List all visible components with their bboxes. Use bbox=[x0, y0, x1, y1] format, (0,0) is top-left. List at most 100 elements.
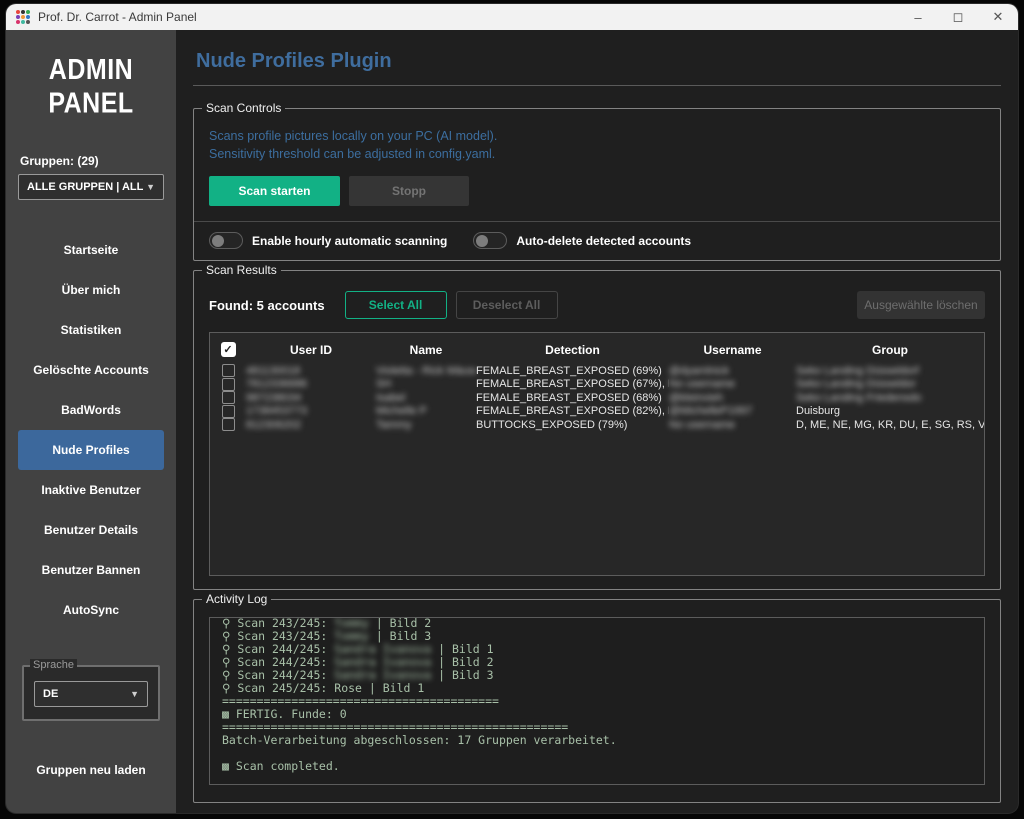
col-header-group: Group bbox=[796, 343, 984, 357]
select-all-button[interactable]: Select All bbox=[345, 291, 447, 319]
log-redacted-text: Sandra Ivanova bbox=[334, 655, 431, 669]
scan-stop-button[interactable]: Stopp bbox=[349, 176, 469, 206]
cell-username: @dyamlnick bbox=[669, 365, 796, 377]
toggle-row: Enable hourly automatic scanning bbox=[209, 232, 447, 249]
table-header-row: ✓User IDNameDetectionUsernameGroup bbox=[210, 333, 984, 364]
scan-controls-label: Scan Controls bbox=[202, 101, 285, 115]
app-logo-dot bbox=[16, 15, 20, 19]
log-text bbox=[222, 746, 229, 760]
cell-name: Michelle P bbox=[376, 405, 476, 417]
cell-user-id: 987238034 bbox=[246, 392, 376, 404]
sidebar-item-benutzer-bannen[interactable]: Benutzer Bannen bbox=[18, 550, 164, 590]
row-checkbox[interactable] bbox=[222, 418, 235, 431]
found-accounts-label: Found: 5 accounts bbox=[209, 298, 325, 313]
toggle-knob bbox=[476, 235, 488, 247]
log-redacted-text: Sandra Ivanova bbox=[334, 642, 431, 656]
log-text: | Bild 3 bbox=[431, 668, 493, 682]
scan-results-label: Scan Results bbox=[202, 263, 281, 277]
sidebar-item-benutzer-details[interactable]: Benutzer Details bbox=[18, 510, 164, 550]
log-line: ▩ Scan completed. bbox=[222, 760, 972, 773]
activity-log[interactable]: ⚲ Scan 243/245: Tommy | Bild 2⚲ Scan 243… bbox=[209, 617, 985, 785]
log-text: ▩ Scan completed. bbox=[222, 759, 340, 773]
maximize-button[interactable]: ◻ bbox=[938, 4, 978, 30]
log-text: | Bild 2 bbox=[431, 655, 493, 669]
table-row[interactable]: 1738453773Michelle PFEMALE_BREAST_EXPOSE… bbox=[210, 405, 984, 419]
scan-description-line1: Scans profile pictures locally on your P… bbox=[209, 127, 1000, 145]
app-logo-dot bbox=[26, 10, 30, 14]
delete-selected-button[interactable]: Ausgewählte löschen bbox=[857, 291, 985, 319]
sidebar-item-gel-schte-accounts[interactable]: Gelöschte Accounts bbox=[18, 350, 164, 390]
log-text: ▩ FERTIG. Funde: 0 bbox=[222, 707, 347, 721]
titlebar: Prof. Dr. Carrot - Admin Panel – ◻ ✕ bbox=[6, 4, 1018, 30]
toggle-switch[interactable] bbox=[209, 232, 243, 249]
row-checkbox[interactable] bbox=[222, 391, 235, 404]
row-checkbox[interactable] bbox=[222, 364, 235, 377]
cell-username: @kleinvieh bbox=[669, 392, 796, 404]
sidebar-item-inaktive-benutzer[interactable]: Inaktive Benutzer bbox=[18, 470, 164, 510]
toggle-knob bbox=[212, 235, 224, 247]
scan-start-button[interactable]: Scan starten bbox=[209, 176, 340, 206]
log-text: Batch-Verarbeitung abgeschlossen: 17 Gru… bbox=[222, 733, 617, 747]
app-logo-dot bbox=[21, 15, 25, 19]
sidebar-item-startseite[interactable]: Startseite bbox=[18, 230, 164, 270]
app-logo-dot bbox=[21, 20, 25, 24]
log-redacted-text: Tommy bbox=[334, 629, 369, 643]
chevron-down-icon: ▼ bbox=[130, 689, 139, 699]
sidebar-item-statistiken[interactable]: Statistiken bbox=[18, 310, 164, 350]
col-header-user-id: User ID bbox=[246, 343, 376, 357]
minimize-button[interactable]: – bbox=[898, 4, 938, 30]
select-all-checkbox[interactable]: ✓ bbox=[221, 342, 236, 357]
app-logo-dot bbox=[16, 20, 20, 24]
language-group-label: Sprache bbox=[30, 659, 77, 671]
cell-detection: FEMALE_BREAST_EXPOSED (67%), FE bbox=[476, 378, 669, 390]
deselect-all-button[interactable]: Deselect All bbox=[456, 291, 558, 319]
close-button[interactable]: ✕ bbox=[978, 4, 1018, 30]
app-logo-dot bbox=[16, 10, 20, 14]
cell-detection: FEMALE_BREAST_EXPOSED (69%) bbox=[476, 365, 669, 377]
sidebar-item-badwords[interactable]: BadWords bbox=[18, 390, 164, 430]
cell-user-id: 481130018 bbox=[246, 365, 376, 377]
sidebar-item--ber-mich[interactable]: Über mich bbox=[18, 270, 164, 310]
row-checkbox-cell bbox=[210, 391, 246, 404]
log-text: ⚲ Scan 244/245: bbox=[222, 655, 334, 669]
reload-groups-button[interactable]: Gruppen neu laden bbox=[6, 763, 176, 777]
table-row[interactable]: 812306202TammyBUTTOCKS_EXPOSED (79%)No u… bbox=[210, 418, 984, 432]
groups-dropdown[interactable]: ALLE GRUPPEN | ALL ▼ bbox=[18, 174, 164, 200]
table-row[interactable]: 987238034IsabelFEMALE_BREAST_EXPOSED (68… bbox=[210, 391, 984, 405]
sidebar-item-autosync[interactable]: AutoSync bbox=[18, 590, 164, 630]
activity-log-groupbox: Activity Log ⚲ Scan 243/245: Tommy | Bil… bbox=[193, 599, 1001, 803]
app-logo-dot bbox=[26, 15, 30, 19]
cell-username: No username bbox=[669, 419, 796, 431]
row-checkbox[interactable] bbox=[222, 405, 235, 418]
language-dropdown[interactable]: DE ▼ bbox=[34, 681, 148, 707]
app-title: ADMIN PANEL bbox=[6, 54, 176, 121]
table-row[interactable]: 7812336686SHFEMALE_BREAST_EXPOSED (67%),… bbox=[210, 378, 984, 392]
title-divider bbox=[193, 85, 1001, 86]
page-title: Nude Profiles Plugin bbox=[196, 50, 1001, 73]
window-title: Prof. Dr. Carrot - Admin Panel bbox=[38, 10, 197, 24]
app-logo-dot bbox=[26, 20, 30, 24]
cell-user-id: 7812336686 bbox=[246, 378, 376, 390]
sidebar: ADMIN PANEL Gruppen: (29) ALLE GRUPPEN |… bbox=[6, 30, 176, 813]
log-text: ⚲ Scan 243/245: bbox=[222, 629, 334, 643]
row-checkbox-cell bbox=[210, 418, 246, 431]
cell-name: Isabel bbox=[376, 392, 476, 404]
cell-group: D, ME, NE, MG, KR, DU, E, SG, RS, VIE bbox=[796, 419, 984, 431]
cell-name: Violetta - Rick Mäuser bbox=[376, 365, 476, 377]
main-content: Nude Profiles Plugin Scan Controls Scans… bbox=[176, 30, 1018, 813]
log-text: ⚲ Scan 244/245: bbox=[222, 642, 334, 656]
row-checkbox[interactable] bbox=[222, 378, 235, 391]
toggle-switch[interactable] bbox=[473, 232, 507, 249]
cell-group: Seko Landing Düsseldor bbox=[796, 378, 984, 390]
scan-description: Scans profile pictures locally on your P… bbox=[209, 127, 1000, 163]
col-header-name: Name bbox=[376, 343, 476, 357]
sidebar-item-nude-profiles[interactable]: Nude Profiles bbox=[18, 430, 164, 470]
chevron-down-icon: ▼ bbox=[146, 182, 155, 192]
scan-controls-divider bbox=[194, 221, 1000, 222]
toggle-label: Enable hourly automatic scanning bbox=[252, 234, 447, 248]
table-row[interactable]: 481130018Violetta - Rick MäuserFEMALE_BR… bbox=[210, 364, 984, 378]
col-header-detection: Detection bbox=[476, 343, 669, 357]
log-line: ⚲ Scan 244/245: Sandra Ivanova | Bild 3 bbox=[222, 669, 972, 682]
results-table: ✓User IDNameDetectionUsernameGroup 48113… bbox=[209, 332, 985, 576]
cell-username: @MichelleP1997 bbox=[669, 405, 796, 417]
